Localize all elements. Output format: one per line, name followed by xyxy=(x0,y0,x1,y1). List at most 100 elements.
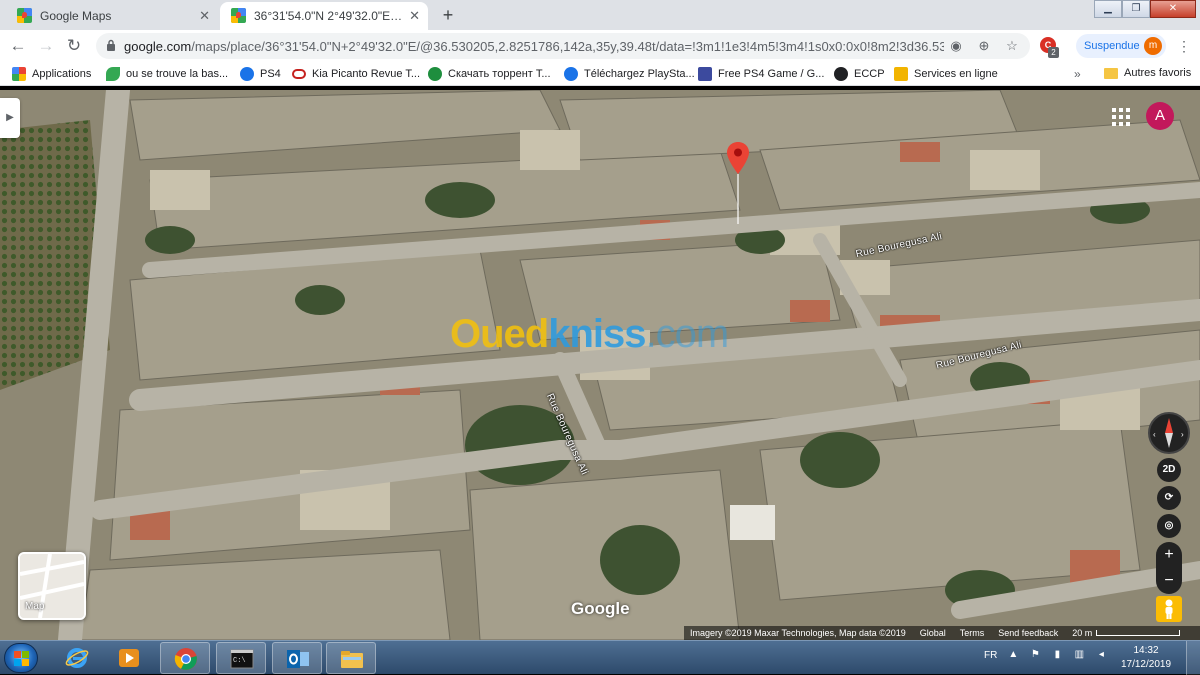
svg-text:›: › xyxy=(1181,430,1184,439)
tab-coordinates[interactable]: 36°31'54.0"N 2°49'32.0"E - Goog ✕ xyxy=(220,2,428,30)
watermark-part: kniss xyxy=(548,312,646,356)
forward-button[interactable]: → xyxy=(34,34,58,58)
folder-label: Autres favoris xyxy=(1124,67,1192,79)
zoom-icon[interactable]: ⊕ xyxy=(976,38,992,54)
command-prompt-button[interactable]: C:\ xyxy=(216,642,266,674)
side-panel-toggle[interactable]: ▶ xyxy=(0,98,20,138)
url-domain: google.com xyxy=(124,39,192,54)
location-icon[interactable]: ◉ xyxy=(948,38,964,54)
minimize-button[interactable]: ▁ xyxy=(1094,0,1122,18)
globe-icon xyxy=(834,67,848,81)
chrome-icon xyxy=(174,648,197,670)
bookmark-item[interactable]: Kia Picanto Revue T... xyxy=(292,66,420,82)
media-player-icon xyxy=(119,649,139,667)
media-player-button[interactable] xyxy=(104,642,154,674)
bookmarks-overflow-button[interactable]: » xyxy=(1074,67,1081,81)
send-feedback-link[interactable]: Send feedback xyxy=(998,628,1058,638)
bookmark-label: ou se trouve la bas... xyxy=(126,68,229,80)
other-bookmarks-folder[interactable]: Autres favoris xyxy=(1104,67,1191,79)
bookmarks-bar: Applications ou se trouve la bas... PS4 … xyxy=(0,62,1200,86)
kia-icon xyxy=(292,69,306,79)
address-bar[interactable]: google.com/maps/place/36°31'54.0"N+2°49'… xyxy=(96,33,1030,59)
bookmark-label: Services en ligne xyxy=(914,68,998,80)
more-menu-icon[interactable]: ⋮ xyxy=(1176,38,1192,54)
bookmark-item[interactable]: ECCP xyxy=(834,66,885,82)
back-button[interactable]: ← xyxy=(6,34,30,58)
bookmark-label: Скачать торрент Т... xyxy=(448,68,551,80)
bookmark-item[interactable]: Services en ligne xyxy=(894,66,998,82)
tilt-icon[interactable]: ⟳ xyxy=(1157,486,1181,510)
tray-expand-icon[interactable]: ▲ xyxy=(1007,649,1019,661)
network-icon[interactable]: ▥ xyxy=(1073,649,1085,661)
google-maps-icon xyxy=(17,8,32,23)
tab-google-maps[interactable]: Google Maps ✕ xyxy=(6,2,218,30)
close-icon[interactable]: ✕ xyxy=(199,8,210,24)
window-close-button[interactable]: ✕ xyxy=(1150,0,1196,18)
profile-button[interactable]: Suspendue m xyxy=(1076,34,1166,58)
bookmark-item[interactable]: Téléchargez PlaySta... xyxy=(564,66,695,82)
internet-explorer-button[interactable] xyxy=(52,642,102,674)
flag-icon[interactable]: ⚑ xyxy=(1029,649,1041,661)
my-location-icon[interactable]: ◎ xyxy=(1157,514,1181,538)
global-link[interactable]: Global xyxy=(920,628,946,638)
bookmark-item[interactable]: PS4 xyxy=(240,66,281,82)
internet-explorer-icon xyxy=(65,648,89,668)
language-indicator[interactable]: FR xyxy=(984,650,997,661)
zoom-out-button[interactable]: − xyxy=(1156,568,1182,594)
profile-avatar: m xyxy=(1144,37,1162,55)
bookmark-label: PS4 xyxy=(260,68,281,80)
show-desktop-button[interactable] xyxy=(1186,641,1200,675)
bookmark-item[interactable]: Free PS4 Game / G... xyxy=(698,66,824,82)
bookmark-star-icon[interactable]: ☆ xyxy=(1004,38,1020,54)
leaf-icon xyxy=(106,67,120,81)
reload-button[interactable]: ↻ xyxy=(62,34,86,58)
url-path: /maps/place/36°31'54.0"N+2°49'32.0"E/@36… xyxy=(191,39,944,54)
restore-button[interactable]: ❐ xyxy=(1122,0,1150,18)
system-tray: FR ▲ ⚑ ▮ ▥ ◂ xyxy=(984,649,1107,661)
file-explorer-button[interactable] xyxy=(326,642,376,674)
map-viewport[interactable]: ▶ A Rue Bouregusa Ali Rue Bouregusa Ali … xyxy=(0,90,1200,640)
command-prompt-icon: C:\ xyxy=(230,649,254,669)
battery-icon[interactable]: ▮ xyxy=(1051,649,1063,661)
imagery-credit: Imagery ©2019 Maxar Technologies, Map da… xyxy=(690,628,906,638)
system-clock[interactable]: 14:32 17/12/2019 xyxy=(1118,644,1174,672)
minimap-label: Map xyxy=(25,601,45,612)
bank-icon xyxy=(894,67,908,81)
bookmark-applications[interactable]: Applications xyxy=(12,66,91,82)
pegman-icon[interactable] xyxy=(1156,596,1182,622)
window-controls: ▁ ❐ ✕ xyxy=(1094,0,1196,18)
map-layer-toggle[interactable]: Map xyxy=(18,552,86,620)
browser-toolbar: ← → ↻ google.com/maps/place/36°31'54.0"N… xyxy=(0,30,1200,62)
scale-label[interactable]: 20 m xyxy=(1072,628,1092,638)
bookmark-item[interactable]: ou se trouve la bas... xyxy=(106,66,228,82)
bookmark-item[interactable]: Скачать торрент Т... xyxy=(428,66,551,82)
outlook-icon xyxy=(287,650,309,668)
satellite-imagery[interactable] xyxy=(0,90,1200,640)
scale-bar xyxy=(1096,630,1181,636)
new-tab-button[interactable]: + xyxy=(436,4,460,28)
extension-badge: 2 xyxy=(1048,47,1059,58)
amazon-icon xyxy=(240,67,254,81)
terms-link[interactable]: Terms xyxy=(960,628,985,638)
account-avatar[interactable]: A xyxy=(1146,102,1174,130)
windows-taskbar: C:\ FR ▲ ⚑ ▮ ▥ ◂ 14:32 17/12/2019 xyxy=(0,640,1200,675)
folder-icon xyxy=(341,651,363,668)
clock-date: 17/12/2019 xyxy=(1120,659,1172,670)
zoom-in-button[interactable]: + xyxy=(1156,542,1182,568)
bookmark-label: ECCP xyxy=(854,68,885,80)
torrent-icon xyxy=(564,67,578,81)
view-2d-button[interactable]: 2D xyxy=(1157,458,1181,482)
volume-icon[interactable]: ◂ xyxy=(1095,649,1107,661)
compass-icon[interactable]: ‹ › xyxy=(1148,412,1190,454)
clock-time: 14:32 xyxy=(1133,645,1159,656)
google-apps-icon[interactable] xyxy=(1112,108,1130,126)
chrome-button[interactable] xyxy=(160,642,210,674)
location-pin-icon[interactable] xyxy=(727,142,749,224)
url-text: google.com/maps/place/36°31'54.0"N+2°49'… xyxy=(124,39,944,54)
playstation-icon xyxy=(698,67,712,81)
tab-title: 36°31'54.0"N 2°49'32.0"E - Goog xyxy=(254,9,404,23)
close-icon[interactable]: ✕ xyxy=(409,8,420,24)
start-button[interactable] xyxy=(4,643,38,673)
svg-text:C:\: C:\ xyxy=(233,657,246,665)
outlook-button[interactable] xyxy=(272,642,322,674)
